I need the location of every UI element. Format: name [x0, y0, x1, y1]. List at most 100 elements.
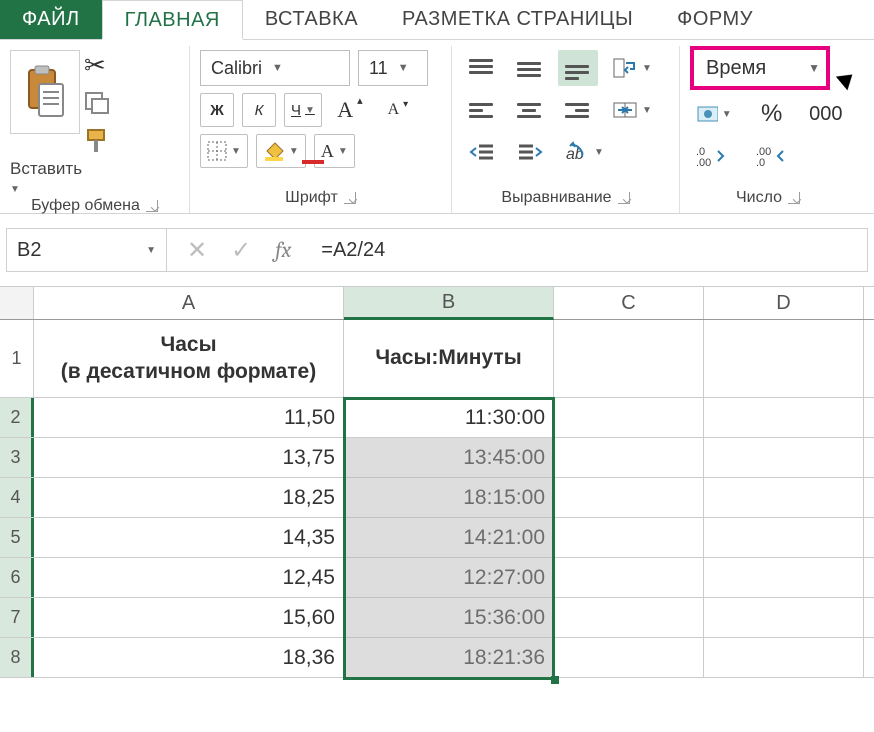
cell[interactable]: 15:36:00 [344, 598, 554, 637]
accounting-format-button[interactable]: ▼ [690, 96, 738, 132]
cell[interactable] [554, 438, 704, 477]
row-header[interactable]: 4 [0, 478, 34, 517]
align-bottom-button[interactable] [558, 50, 598, 86]
cell[interactable] [704, 518, 864, 557]
chevron-down-icon: ▼ [146, 245, 156, 256]
bold-button[interactable]: Ж [200, 93, 234, 127]
col-header-C[interactable]: C [554, 287, 704, 319]
fill-handle[interactable] [551, 676, 559, 684]
italic-button[interactable]: К [242, 93, 276, 127]
cell[interactable]: 18:15:00 [344, 478, 554, 517]
cell[interactable]: 18,25 [34, 478, 344, 517]
row-header[interactable]: 2 [0, 398, 34, 437]
orientation-icon: ab [564, 141, 590, 163]
percent-format-button[interactable]: % [752, 96, 792, 132]
cell[interactable] [554, 638, 704, 677]
decrease-indent-button[interactable] [462, 134, 502, 170]
tab-file[interactable]: ФАЙЛ [0, 0, 102, 39]
shrink-font-button[interactable]: A▾ [378, 92, 418, 128]
paste-label: Вставить [10, 159, 179, 179]
increase-decimals-button[interactable]: .0.00 [690, 138, 732, 174]
cell[interactable]: 13:45:00 [344, 438, 554, 477]
cut-icon[interactable]: ✂ [84, 50, 112, 81]
cell[interactable] [704, 638, 864, 677]
chevron-down-icon: ▼ [272, 62, 283, 74]
tab-formulas[interactable]: ФОРМУ [655, 0, 775, 39]
cell[interactable]: 12,45 [34, 558, 344, 597]
row-header[interactable]: 8 [0, 638, 34, 677]
col-header-D[interactable]: D [704, 287, 864, 319]
cell[interactable]: 13,75 [34, 438, 344, 477]
cell[interactable] [704, 320, 864, 397]
row-header[interactable]: 7 [0, 598, 34, 637]
font-dialog-launcher[interactable] [344, 192, 356, 204]
cell[interactable]: 18,36 [34, 638, 344, 677]
borders-button[interactable]: ▼ [200, 134, 248, 168]
row-header[interactable]: 3 [0, 438, 34, 477]
cell[interactable]: 11:30:00 [344, 398, 554, 437]
copy-icon[interactable] [84, 91, 112, 118]
format-painter-icon[interactable] [84, 128, 112, 157]
number-format-combo[interactable]: Время ▼ [690, 46, 830, 90]
wrap-text-button[interactable]: ▼ [606, 50, 658, 86]
cell[interactable] [554, 598, 704, 637]
header-A-line2: (в десатичном формате) [61, 359, 316, 385]
fx-icon[interactable]: fx [275, 237, 291, 263]
alignment-dialog-launcher[interactable] [618, 192, 630, 204]
underline-button[interactable]: Ч▼ [284, 93, 322, 127]
cell[interactable] [704, 398, 864, 437]
cell[interactable]: 14,35 [34, 518, 344, 557]
accept-formula-icon[interactable]: ✓ [231, 236, 251, 265]
formula-input[interactable]: =A2/24 [311, 239, 867, 262]
select-all-corner[interactable] [0, 287, 34, 319]
orientation-button[interactable]: ab ▼ [558, 134, 610, 170]
cell[interactable] [554, 558, 704, 597]
worksheet-grid[interactable]: A B C D 1 Часы (в десатичном формате) Ча… [0, 286, 874, 678]
cell[interactable]: 14:21:00 [344, 518, 554, 557]
cell[interactable] [554, 320, 704, 397]
merge-cells-button[interactable]: ▼ [606, 92, 658, 128]
tab-home[interactable]: ГЛАВНАЯ [102, 0, 243, 40]
cell[interactable] [704, 598, 864, 637]
cell[interactable]: Часы (в десатичном формате) [34, 320, 344, 397]
font-color-button[interactable]: A ▼ [314, 134, 355, 168]
col-header-B[interactable]: B [344, 287, 554, 320]
cell[interactable]: 15,60 [34, 598, 344, 637]
cell[interactable] [554, 518, 704, 557]
font-size-combo[interactable]: 11 ▼ [358, 50, 428, 86]
cell[interactable] [554, 398, 704, 437]
col-header-A[interactable]: A [34, 287, 344, 319]
tab-insert[interactable]: ВСТАВКА [243, 0, 380, 39]
paste-button[interactable] [10, 50, 80, 134]
chevron-down-icon: ▼ [398, 62, 409, 74]
align-middle-button[interactable] [510, 50, 550, 86]
cancel-formula-icon[interactable]: ✕ [187, 236, 207, 265]
row-header[interactable]: 5 [0, 518, 34, 557]
align-top-button[interactable] [462, 50, 502, 86]
clipboard-dialog-launcher[interactable] [146, 200, 158, 212]
grow-font-button[interactable]: A▴ [330, 92, 370, 128]
cell[interactable] [704, 478, 864, 517]
font-name-combo[interactable]: Calibri ▼ [200, 50, 350, 86]
row-header[interactable]: 6 [0, 558, 34, 597]
cell[interactable] [704, 558, 864, 597]
cell[interactable]: 18:21:36 [344, 638, 554, 677]
tab-page-layout[interactable]: РАЗМЕТКА СТРАНИЦЫ [380, 0, 655, 39]
cell[interactable]: 11,50 [34, 398, 344, 437]
cell[interactable] [554, 478, 704, 517]
align-left-button[interactable] [462, 92, 502, 128]
comma-format-button[interactable]: 000 [806, 96, 846, 132]
align-center-button[interactable] [510, 92, 550, 128]
paste-dropdown-icon[interactable]: ▼ [10, 184, 20, 195]
row-header[interactable]: 1 [0, 320, 34, 397]
fill-color-button[interactable]: ▼ [256, 134, 306, 168]
increase-indent-button[interactable] [510, 134, 550, 170]
align-right-button[interactable] [558, 92, 598, 128]
cell[interactable]: Часы:Минуты [344, 320, 554, 397]
decrease-decimals-button[interactable]: .00.0 [750, 138, 792, 174]
font-size-value: 11 [369, 58, 388, 79]
cell[interactable] [704, 438, 864, 477]
name-box[interactable]: B2 ▼ [7, 229, 167, 271]
cell[interactable]: 12:27:00 [344, 558, 554, 597]
number-dialog-launcher[interactable] [788, 192, 800, 204]
